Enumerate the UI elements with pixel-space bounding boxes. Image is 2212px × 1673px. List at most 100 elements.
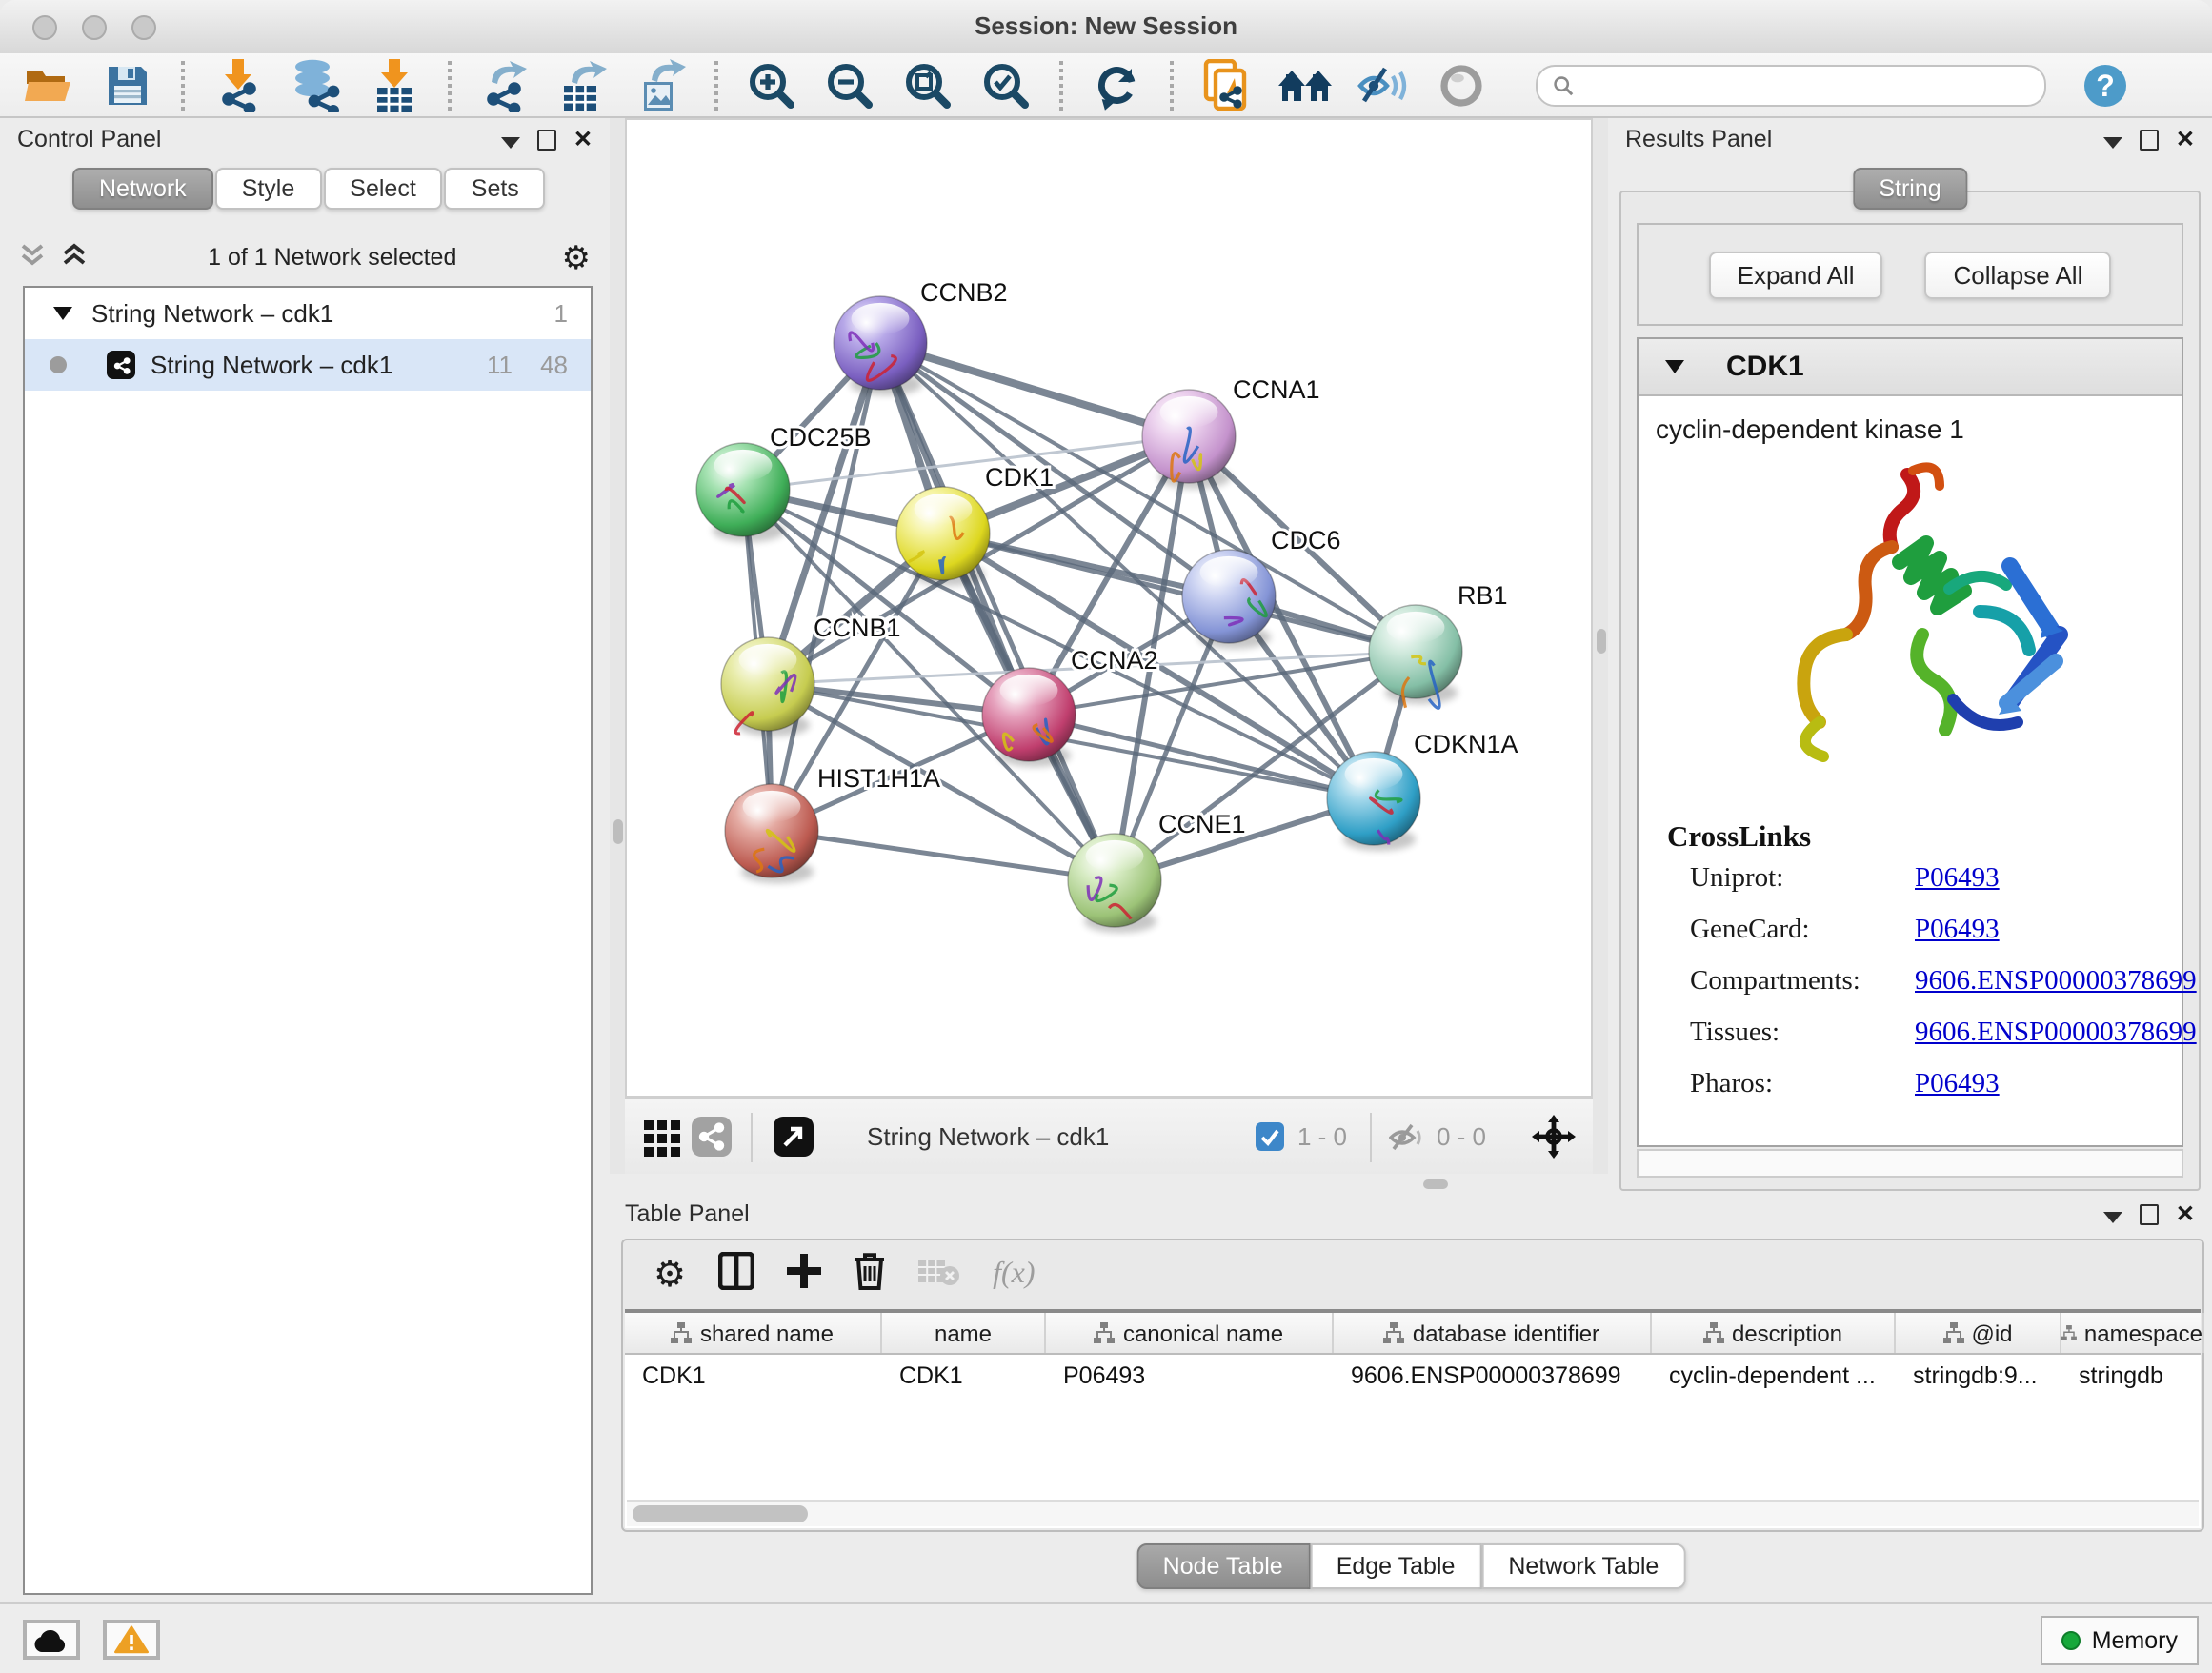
column-header-databaseidentifier[interactable]: database identifier (1334, 1313, 1652, 1353)
crosslink-value[interactable]: P06493 (1915, 915, 2000, 947)
refresh-layout-icon[interactable] (1086, 56, 1147, 113)
panel-float-icon[interactable] (2140, 129, 2159, 150)
expand-tree-icon[interactable] (19, 239, 46, 275)
warning-status-button[interactable] (103, 1620, 160, 1660)
export-table-icon[interactable] (553, 56, 613, 113)
tab-network-table[interactable]: Network Table (1481, 1543, 1685, 1589)
column-model-icon (1384, 1322, 1405, 1343)
tab-edge-table[interactable]: Edge Table (1310, 1543, 1482, 1589)
column-header-description[interactable]: description (1652, 1313, 1896, 1353)
table-row[interactable]: CDK1CDK1P064939606.ENSP00000378699cyclin… (625, 1355, 2201, 1395)
zoom-selected-icon[interactable] (975, 56, 1036, 113)
table-header-row: shared namenamecanonical namedatabase id… (625, 1313, 2201, 1355)
panel-close-icon[interactable]: ✕ (2176, 1202, 2195, 1225)
column-header-sharedname[interactable]: shared name (625, 1313, 882, 1353)
horizontal-splitter-handle[interactable] (1423, 1179, 1448, 1188)
right-splitter[interactable] (1593, 118, 1608, 1191)
node-CCNA2[interactable] (982, 668, 1076, 767)
add-column-icon[interactable] (787, 1253, 821, 1297)
edge-CCNB2-CCNA1[interactable] (880, 343, 1189, 436)
panel-float-icon[interactable] (537, 129, 556, 150)
panel-float-icon[interactable] (2140, 1203, 2159, 1224)
collection-expand-icon[interactable] (53, 307, 72, 320)
panel-minimize-icon[interactable] (501, 136, 520, 148)
column-header-id[interactable]: @id (1896, 1313, 2061, 1353)
selected-checkbox-icon[interactable] (1252, 1108, 1290, 1165)
hidden-eye-icon[interactable] (1387, 1108, 1429, 1165)
network-collection-row[interactable]: String Network – cdk1 1 (25, 288, 591, 339)
crosslink-value[interactable]: 9606.ENSP00000378699 (1915, 1018, 2197, 1050)
hide-panel-eye-icon[interactable] (1353, 56, 1414, 113)
open-session-icon[interactable] (19, 56, 80, 113)
node-section-header[interactable]: CDK1 (1639, 339, 2182, 396)
export-network-icon[interactable] (474, 56, 535, 113)
share-session-icon[interactable] (1196, 56, 1257, 113)
zoom-in-icon[interactable] (741, 56, 802, 113)
tab-sets[interactable]: Sets (445, 168, 546, 210)
results-scrollbar[interactable] (1637, 1149, 2183, 1178)
search-input[interactable] (1583, 71, 2029, 98)
table-gear-icon[interactable]: ⚙ (654, 1259, 686, 1291)
table-hscroll-thumb[interactable] (633, 1505, 808, 1522)
zoom-fit-icon[interactable] (897, 56, 958, 113)
node-CCNE1[interactable] (1068, 834, 1161, 933)
section-collapse-icon[interactable] (1665, 360, 1684, 373)
column-header-canonicalname[interactable]: canonical name (1046, 1313, 1334, 1353)
tab-style[interactable]: Style (215, 168, 322, 210)
open-in-window-icon[interactable] (768, 1108, 817, 1165)
edge-HIST1H1A-CCNE1[interactable] (772, 831, 1115, 880)
network-options-gear-icon[interactable]: ⚙ (562, 241, 592, 273)
network-share-icon[interactable] (686, 1108, 735, 1165)
panel-minimize-icon[interactable] (2103, 1211, 2122, 1222)
node-CDC25B[interactable] (696, 443, 790, 542)
edge-CDK1-RB1[interactable] (943, 534, 1416, 652)
cloud-status-button[interactable] (23, 1620, 80, 1660)
search-field[interactable] (1536, 64, 2046, 106)
crosslink-value[interactable]: 9606.ENSP00000378699 (1915, 966, 2197, 998)
collapse-tree-icon[interactable] (61, 239, 88, 275)
help-icon[interactable]: ? (2075, 56, 2136, 113)
panel-close-icon[interactable]: ✕ (2176, 128, 2195, 151)
tab-network[interactable]: Network (72, 168, 213, 210)
expand-all-button[interactable]: Expand All (1709, 251, 1883, 298)
node-label-CDC6: CDC6 (1271, 526, 1341, 554)
svg-text:?: ? (2096, 68, 2115, 102)
table-hscrollbar[interactable] (627, 1500, 2199, 1526)
left-splitter-handle[interactable] (613, 819, 622, 844)
bar-separator (751, 1112, 753, 1161)
import-database-icon[interactable] (286, 56, 347, 113)
import-table-icon[interactable] (364, 56, 425, 113)
delete-column-icon[interactable] (854, 1251, 886, 1299)
tab-select[interactable]: Select (323, 168, 443, 210)
inactive-orb-icon[interactable] (1431, 56, 1492, 113)
crosslink-value[interactable]: P06493 (1915, 863, 2000, 896)
zoom-out-icon[interactable] (819, 56, 880, 113)
panel-minimize-icon[interactable] (2103, 136, 2122, 148)
network-row[interactable]: String Network – cdk1 11 48 (25, 339, 591, 391)
network-canvas[interactable]: CCNB2CCNA1CDC25BCDK1CDC6RB1CCNB1CCNA2CDK… (625, 118, 1593, 1098)
save-session-icon[interactable] (97, 56, 158, 113)
crosslink-value[interactable]: P06493 (1915, 1069, 2000, 1101)
column-header-name[interactable]: name (882, 1313, 1046, 1353)
birdseye-grid-icon[interactable] (640, 1108, 686, 1165)
memory-button[interactable]: Memory (2041, 1616, 2199, 1665)
right-splitter-handle[interactable] (1596, 629, 1605, 654)
column-header-namespace[interactable]: namespace (2061, 1313, 2204, 1353)
import-network-icon[interactable] (208, 56, 269, 113)
edge-CCNB2-CCNE1[interactable] (880, 343, 1115, 880)
show-columns-icon[interactable] (718, 1251, 754, 1299)
column-model-icon (1095, 1322, 1116, 1343)
tab-string[interactable]: String (1852, 168, 1967, 210)
crosslink-row: GeneCard:P06493 (1690, 915, 2182, 947)
node-CCNB1[interactable] (721, 637, 814, 736)
panel-close-icon[interactable]: ✕ (573, 128, 593, 151)
node-CDKN1A[interactable] (1327, 752, 1420, 851)
string-home-icon[interactable] (1275, 56, 1336, 113)
export-image-icon[interactable] (631, 56, 692, 113)
node-CCNA1[interactable] (1142, 390, 1236, 489)
node-RB1[interactable] (1369, 605, 1462, 708)
node-HIST1H1A[interactable] (725, 784, 818, 883)
collapse-all-button[interactable]: Collapse All (1925, 251, 2112, 298)
pan-crosshair-icon[interactable] (1528, 1108, 1578, 1165)
tab-node-table[interactable]: Node Table (1136, 1543, 1310, 1589)
